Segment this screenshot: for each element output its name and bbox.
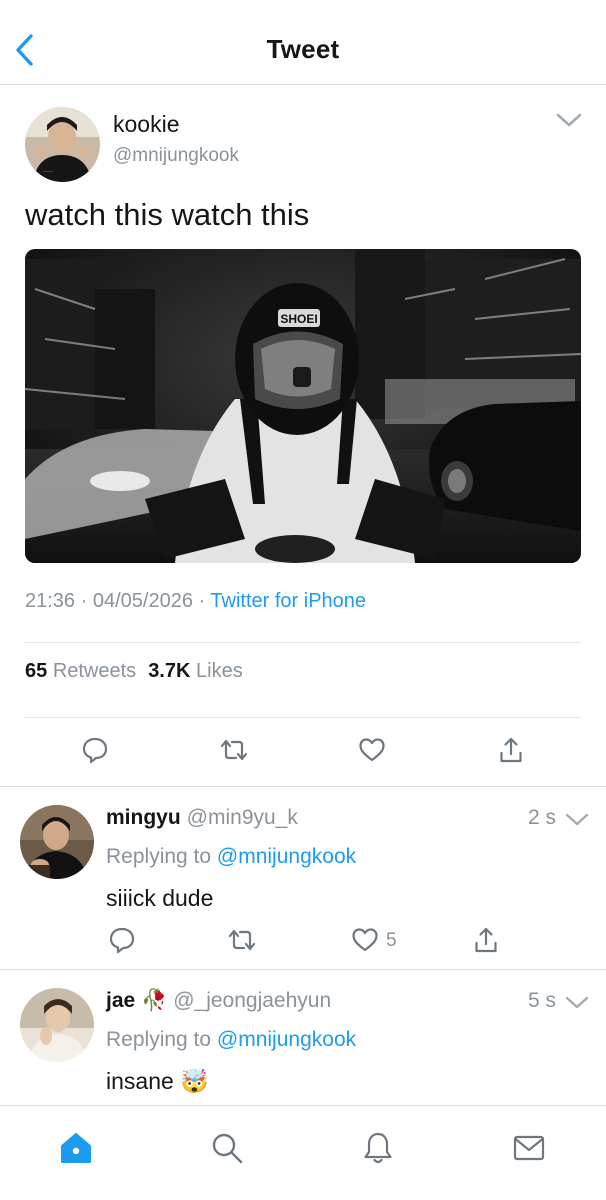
separator-dot: · xyxy=(80,590,88,612)
reply-options-button[interactable] xyxy=(563,805,591,833)
reply-like-count: 5 xyxy=(386,930,397,951)
search-icon xyxy=(212,1133,243,1164)
retweets-label: Retweets xyxy=(52,660,137,682)
tweet-options-button[interactable] xyxy=(554,105,584,135)
tab-messages[interactable] xyxy=(507,1126,551,1170)
tweet-date: 04/05/2026 xyxy=(92,590,193,612)
reply-tweet[interactable]: jae 🥀 @_jeongjaehyun 5 s Replying to @mni… xyxy=(0,970,606,1105)
separator-dot: · xyxy=(198,590,206,612)
retweet-icon xyxy=(220,739,248,761)
reply-tweet[interactable]: mingyu @min9yu_k 2 s Replying to @mnijung… xyxy=(0,787,606,970)
retweet-icon xyxy=(228,929,256,951)
like-button[interactable] xyxy=(352,730,392,770)
reply-button[interactable] xyxy=(102,920,142,960)
tweet-text: watch this watch this xyxy=(25,197,310,232)
bottom-tab-bar xyxy=(0,1105,606,1200)
divider xyxy=(25,717,581,718)
share-button[interactable] xyxy=(491,730,531,770)
tweet-source-link[interactable]: Twitter for iPhone xyxy=(210,590,366,612)
svg-text:SHOEI: SHOEI xyxy=(280,312,317,326)
tab-notifications[interactable] xyxy=(356,1126,400,1170)
author-handle[interactable]: @mnijungkook xyxy=(113,145,239,167)
retweet-button[interactable] xyxy=(214,730,254,770)
tweet-time: 21:36 xyxy=(25,590,76,612)
page-title: Tweet xyxy=(266,34,340,64)
likes-count: 3.7K xyxy=(148,660,191,682)
replying-to-line: Replying to @mnijungkook xyxy=(106,845,356,869)
reply-author-handle[interactable]: @min9yu_k xyxy=(187,806,298,829)
tab-search[interactable] xyxy=(205,1126,249,1170)
likes-label: Likes xyxy=(196,660,243,682)
replying-to-mention[interactable]: @mnijungkook xyxy=(217,1028,356,1051)
author-name[interactable]: kookie xyxy=(113,111,179,138)
retweets-stat[interactable]: 65 Retweets xyxy=(25,660,136,682)
bell-icon xyxy=(364,1132,392,1164)
reply-author: mingyu @min9yu_k xyxy=(106,806,298,830)
reply-avatar[interactable] xyxy=(20,805,94,879)
top-navigation-bar: Tweet xyxy=(0,0,606,85)
reply-text: insane 🤯 xyxy=(106,1068,209,1095)
reply-timestamp: 5 s xyxy=(527,989,556,1012)
reply-avatar[interactable] xyxy=(20,988,94,1062)
reply-author: jae 🥀 @_jeongjaehyun xyxy=(106,989,331,1013)
speech-bubble-icon xyxy=(82,737,108,764)
chevron-down-icon xyxy=(556,113,582,127)
replying-to-mention[interactable]: @mnijungkook xyxy=(217,845,356,868)
text-emoji-exploding-head: 🤯 xyxy=(180,1068,209,1094)
like-button[interactable] xyxy=(345,920,385,960)
tab-home[interactable] xyxy=(54,1126,98,1170)
reply-timestamp: 2 s xyxy=(527,806,556,829)
retweets-count: 65 xyxy=(25,660,48,682)
chevron-down-icon xyxy=(565,813,589,826)
reply-author-name[interactable]: mingyu xyxy=(106,806,181,829)
reply-author-name[interactable]: jae xyxy=(106,989,135,1012)
heart-icon xyxy=(352,928,378,952)
tweet-media-photo[interactable]: SHOEI xyxy=(25,249,581,563)
share-button[interactable] xyxy=(466,920,506,960)
name-emoji-wilted-rose: 🥀 xyxy=(141,989,168,1012)
chevron-down-icon xyxy=(565,996,589,1009)
replying-to-line: Replying to @mnijungkook xyxy=(106,1028,356,1052)
mail-icon xyxy=(513,1135,545,1161)
heart-icon xyxy=(359,738,385,762)
reply-options-button[interactable] xyxy=(563,988,591,1016)
reply-text: siiick dude xyxy=(106,885,214,911)
main-tweet: ····· kookie @mnijungkook watch this wat… xyxy=(0,85,606,787)
reply-author-handle[interactable]: @_jeongjaehyun xyxy=(173,989,331,1012)
replying-to-label: Replying to xyxy=(106,845,212,868)
svg-text:·····: ····· xyxy=(43,169,53,175)
share-icon xyxy=(475,927,497,953)
reply-text-content: insane xyxy=(106,1068,174,1094)
likes-stat[interactable]: 3.7K Likes xyxy=(148,660,243,682)
home-icon xyxy=(61,1133,91,1163)
author-avatar[interactable]: ····· xyxy=(25,107,100,182)
tweet-stats: 65 Retweets 3.7K Likes xyxy=(25,660,243,683)
speech-bubble-icon xyxy=(109,927,135,954)
retweet-button[interactable] xyxy=(222,920,262,960)
reply-button[interactable] xyxy=(75,730,115,770)
divider xyxy=(25,642,581,643)
share-icon xyxy=(500,737,522,763)
tweet-timestamp: 21:36 · 04/05/2026 · Twitter for iPhone xyxy=(25,590,366,613)
replying-to-label: Replying to xyxy=(106,1028,212,1051)
